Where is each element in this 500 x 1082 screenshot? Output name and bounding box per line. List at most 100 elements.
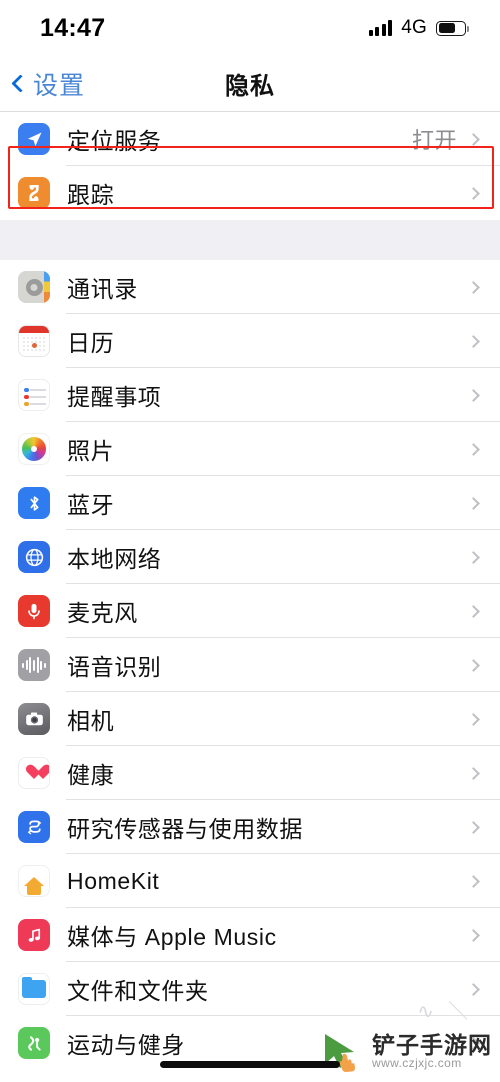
reminders-icon [18, 379, 50, 411]
fitness-icon [18, 1027, 50, 1059]
chevron-right-icon [467, 604, 480, 618]
settings-row-label: 日历 [67, 330, 115, 356]
settings-row-accessory [467, 442, 500, 456]
chevron-right-icon [467, 874, 480, 888]
settings-row-label: 照片 [67, 438, 115, 464]
section-gap [0, 220, 500, 260]
battery-icon [436, 20, 470, 36]
permissions-group: 通讯录日历提醒事项照片蓝牙本地网络麦克风语音识别相机健康研究传感器与使用数据 Ho… [0, 260, 500, 1070]
signal-bars-icon [368, 20, 393, 36]
settings-row-accessory [467, 280, 500, 294]
photos-icon [18, 433, 50, 465]
chevron-right-icon [467, 928, 480, 942]
settings-row[interactable]: 媒体与 Apple Music [0, 908, 500, 962]
location-arrow-icon [18, 123, 50, 155]
settings-row[interactable]: 本地网络 [0, 530, 500, 584]
back-button[interactable]: 设置 [0, 66, 85, 102]
settings-row-accessory [467, 186, 500, 200]
microphone-icon [18, 595, 50, 627]
chevron-right-icon [467, 766, 480, 780]
chevron-right-icon [467, 280, 480, 294]
location-group: 定位服务 打开跟踪 [0, 112, 500, 220]
settings-row-label: HomeKit [67, 867, 160, 894]
settings-row-accessory [467, 658, 500, 672]
settings-row[interactable]: 通讯录 [0, 260, 500, 314]
chevron-right-icon [467, 334, 480, 348]
chevron-right-icon [467, 442, 480, 456]
settings-row-accessory [467, 550, 500, 564]
settings-row-label: 麦克风 [67, 600, 138, 626]
status-time: 14:47 [40, 13, 106, 42]
settings-row-label: 媒体与 Apple Music [67, 924, 277, 950]
settings-row-label: 提醒事项 [67, 384, 162, 410]
settings-row-accessory [467, 496, 500, 510]
settings-row[interactable]: 照片 [0, 422, 500, 476]
status-bar: 14:47 4G [0, 0, 500, 56]
settings-row-accessory [467, 604, 500, 618]
settings-row-value: 打开 [411, 128, 457, 153]
settings-row[interactable]: 健康 [0, 746, 500, 800]
settings-row-label: 健康 [67, 762, 115, 788]
settings-row-label: 相机 [67, 708, 115, 734]
settings-row-accessory [467, 1036, 500, 1050]
bluetooth-icon [18, 487, 50, 519]
research-sensor-icon [18, 811, 50, 843]
settings-row-accessory [467, 766, 500, 780]
settings-row-accessory [467, 820, 500, 834]
settings-row[interactable]: 麦克风 [0, 584, 500, 638]
settings-row-accessory [467, 334, 500, 348]
settings-row-label: 蓝牙 [67, 492, 115, 518]
status-indicators: 4G [368, 17, 470, 39]
settings-row-accessory [467, 388, 500, 402]
settings-row-label: 语音识别 [67, 654, 162, 680]
settings-row-label: 通讯录 [67, 276, 138, 302]
settings-row[interactable]: 相机 [0, 692, 500, 746]
chevron-right-icon [467, 712, 480, 726]
settings-list: 定位服务 打开跟踪通讯录日历提醒事项照片蓝牙本地网络麦克风语音识别相机健康研究传感… [0, 112, 500, 1070]
settings-row-accessory [467, 874, 500, 888]
settings-row-accessory [467, 928, 500, 942]
music-note-icon [18, 919, 50, 951]
folder-icon [18, 973, 50, 1005]
settings-row[interactable]: 定位服务 打开 [0, 112, 500, 166]
settings-row-label: 研究传感器与使用数据 [67, 816, 303, 842]
settings-row-label: 定位服务 [67, 128, 162, 154]
navigation-bar: 设置 隐私 [0, 56, 500, 111]
chevron-right-icon [467, 820, 480, 834]
settings-row-label: 运动与健身 [67, 1032, 185, 1058]
iphone-screen: 14:47 4G 设置 隐私 定位服务 打开跟踪通讯录日历提醒事项照片蓝牙本地网络… [0, 0, 500, 1082]
settings-row[interactable]: HomeKit [0, 854, 500, 908]
contacts-icon [18, 271, 50, 303]
settings-row[interactable]: 蓝牙 [0, 476, 500, 530]
camera-icon [18, 703, 50, 735]
settings-row-accessory [467, 982, 500, 996]
speech-waveform-icon [18, 649, 50, 681]
tracking-icon [18, 177, 50, 209]
settings-row-label: 本地网络 [67, 546, 162, 572]
chevron-right-icon [467, 550, 480, 564]
chevron-right-icon [467, 186, 480, 200]
settings-row[interactable]: 提醒事项 [0, 368, 500, 422]
chevron-right-icon [467, 658, 480, 672]
settings-row-accessory: 打开 [412, 123, 500, 155]
chevron-right-icon [467, 388, 480, 402]
chevron-right-icon [467, 982, 480, 996]
chevron-right-icon [467, 496, 480, 510]
house-icon [18, 865, 50, 897]
settings-row-label: 跟踪 [67, 182, 115, 208]
chevron-right-icon [467, 132, 480, 146]
chevron-right-icon [467, 1036, 480, 1050]
back-button-label: 设置 [33, 71, 86, 100]
calendar-icon [18, 325, 50, 357]
settings-row[interactable]: 跟踪 [0, 166, 500, 220]
chevron-left-icon [11, 74, 30, 93]
settings-row[interactable]: 日历 [0, 314, 500, 368]
network-type-label: 4G [401, 17, 427, 38]
settings-row[interactable]: 语音识别 [0, 638, 500, 692]
settings-row[interactable]: 文件和文件夹 [0, 962, 500, 1016]
heart-icon [18, 757, 50, 789]
globe-icon [18, 541, 50, 573]
settings-row[interactable]: 研究传感器与使用数据 [0, 800, 500, 854]
home-indicator[interactable] [160, 1061, 340, 1068]
settings-row-accessory [467, 712, 500, 726]
